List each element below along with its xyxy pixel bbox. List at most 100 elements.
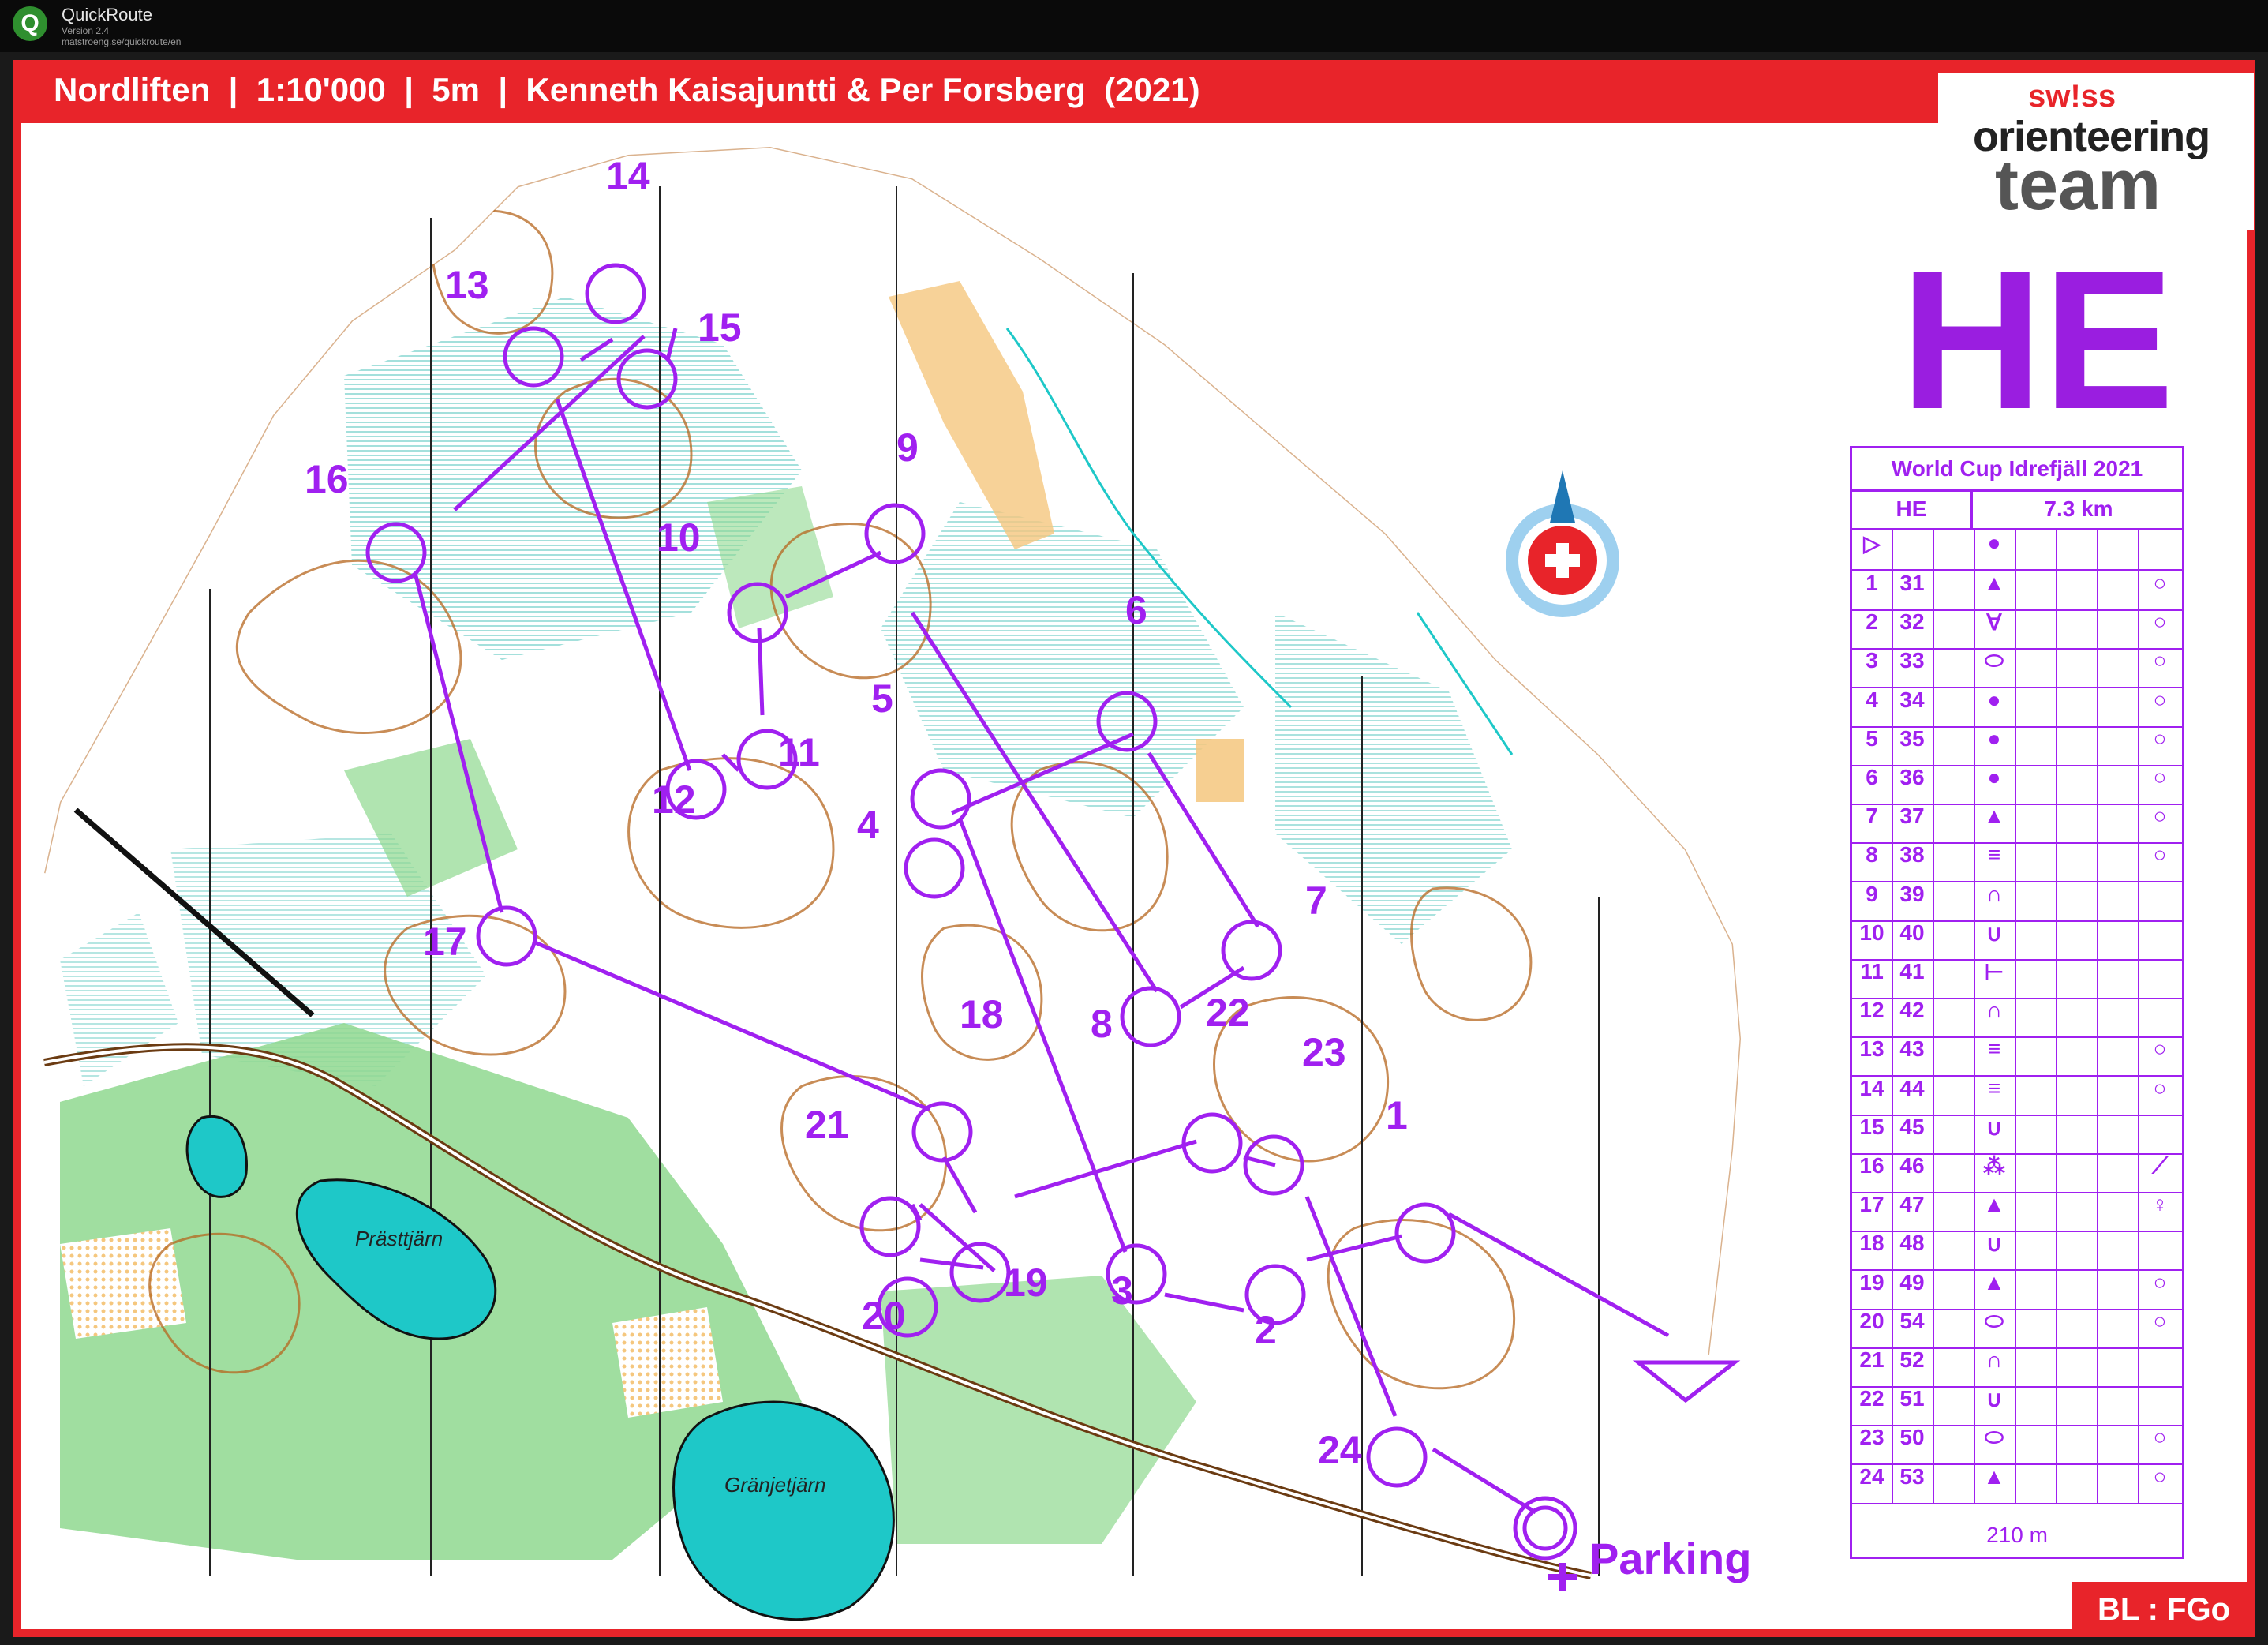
cd-control-number: 6 xyxy=(1866,765,1878,789)
cd-control-code: 40 xyxy=(1899,920,1925,945)
cd-feature-icon: ▲ xyxy=(1983,804,2005,829)
cd-control-number: 23 xyxy=(1859,1425,1884,1450)
cd-control-code: 44 xyxy=(1899,1075,1925,1100)
footer-tab: BL : FGo xyxy=(2072,1582,2255,1637)
cd-control-number: 7 xyxy=(1866,804,1878,829)
cd-position-icon: ○ xyxy=(2153,1269,2167,1295)
map-sheet: 1 2 3 4 5 6 7 8 9 10 11 12 13 14 15 16 1… xyxy=(13,60,2255,1637)
cd-position-icon: ○ xyxy=(2153,725,2167,751)
cd-feature-icon: ∪ xyxy=(1985,1387,2003,1412)
cd-control-code: 41 xyxy=(1899,959,1925,984)
quickroute-app-icon: Q xyxy=(13,6,47,41)
cd-control-number: 11 xyxy=(1860,959,1884,984)
control-label-8: 8 xyxy=(1091,1002,1113,1046)
frame-left xyxy=(13,60,21,1637)
cd-control-code: 53 xyxy=(1899,1463,1925,1489)
control-label-13: 13 xyxy=(445,263,489,307)
cd-position-icon: ○ xyxy=(2153,1036,2167,1062)
cd-control-number: 8 xyxy=(1866,842,1878,867)
cd-control-code: 54 xyxy=(1899,1308,1925,1333)
cd-feature-icon: ▲ xyxy=(1983,1269,2005,1295)
cd-control-number: 16 xyxy=(1859,1153,1884,1178)
cd-length: 7.3 km xyxy=(1970,489,2184,528)
cd-feature-icon: ∪ xyxy=(1985,920,2003,946)
cd-row: 15 45 ∪ xyxy=(1852,1114,2182,1155)
cd-row: 12 42 ∩ xyxy=(1852,998,2182,1039)
cd-position-icon xyxy=(2138,1231,2182,1269)
cd-position-icon: ○ xyxy=(2153,687,2167,712)
control-label-19: 19 xyxy=(1004,1261,1048,1305)
cd-control-number: 13 xyxy=(1859,1036,1884,1062)
cd-position-icon xyxy=(2138,1115,2182,1153)
cd-start-row: ▷ ● xyxy=(1852,530,2182,571)
header-bar: Nordliften | 1:10'000 | 5m | Kenneth Kai… xyxy=(13,60,2255,123)
cd-position-icon: ♀ xyxy=(2151,1192,2169,1217)
cd-control-number: 18 xyxy=(1859,1231,1884,1256)
lake-name-granjetjarn: Gränjetjärn xyxy=(724,1473,826,1497)
cd-event-title: World Cup Idrefjäll 2021 xyxy=(1852,448,2182,492)
control-label-7: 7 xyxy=(1305,879,1327,923)
control-label-9: 9 xyxy=(896,425,919,470)
cd-feature-icon: ≡ xyxy=(1987,1036,2001,1062)
cd-control-number: 14 xyxy=(1859,1075,1884,1100)
cd-class-row: HE 7.3 km xyxy=(1852,489,2182,530)
cd-feature-icon: ⁂ xyxy=(1983,1154,2005,1178)
cd-control-code: 50 xyxy=(1899,1425,1925,1450)
control-label-24: 24 xyxy=(1318,1428,1362,1472)
control-label-15: 15 xyxy=(698,305,742,350)
cd-row: 17 47 ▲ ♀ xyxy=(1852,1192,2182,1233)
control-label-6: 6 xyxy=(1125,588,1147,632)
cd-control-code: 37 xyxy=(1899,804,1925,829)
cd-position-icon: ○ xyxy=(2153,1463,2167,1489)
cd-row: 1 31 ▲ ○ xyxy=(1852,571,2182,611)
cd-position-icon: ⟋ xyxy=(2152,1153,2168,1178)
cd-feature-icon: ● xyxy=(1987,725,2001,751)
cd-control-number: 10 xyxy=(1859,920,1884,945)
cd-row: 23 50 ⬭ ○ xyxy=(1852,1425,2182,1466)
cd-row: 6 36 ● ○ xyxy=(1852,765,2182,805)
cd-row: 18 48 ∪ xyxy=(1852,1231,2182,1272)
cd-row: 14 44 ≡ ○ xyxy=(1852,1075,2182,1116)
cd-position-icon xyxy=(2138,1386,2182,1425)
cd-control-number: 2 xyxy=(1866,609,1878,635)
cd-feature-icon: ● xyxy=(1987,765,2001,789)
cd-feature-icon: ⬭ xyxy=(1985,1308,2004,1333)
cd-feature-icon: ▲ xyxy=(1983,1463,2005,1489)
cd-control-number: 20 xyxy=(1859,1308,1884,1333)
cd-position-icon xyxy=(2138,882,2182,920)
cd-class: HE xyxy=(1896,496,1927,521)
control-label-12: 12 xyxy=(652,778,696,822)
cd-position-icon: ○ xyxy=(2153,571,2167,595)
control-label-1: 1 xyxy=(1386,1093,1408,1137)
cd-row: 22 51 ∪ xyxy=(1852,1386,2182,1427)
parking-label: Parking xyxy=(1589,1534,1752,1583)
cd-control-code: 48 xyxy=(1899,1231,1925,1256)
cd-control-code: 52 xyxy=(1899,1347,1925,1372)
cd-feature-icon: ∪ xyxy=(1985,1115,2003,1140)
cd-position-icon: ○ xyxy=(2153,1308,2167,1333)
cd-feature-icon: ● xyxy=(1987,687,2001,712)
cd-position-icon: ○ xyxy=(2153,648,2167,673)
cd-position-icon xyxy=(2138,1347,2182,1386)
control-label-5: 5 xyxy=(871,676,893,721)
cd-row: 9 39 ∩ xyxy=(1852,881,2182,922)
cd-row: 13 43 ≡ ○ xyxy=(1852,1036,2182,1077)
cd-row: 2 32 ∀ ○ xyxy=(1852,609,2182,650)
lake-name-prasttjarn: Prästtjärn xyxy=(355,1227,443,1250)
control-label-23: 23 xyxy=(1302,1030,1346,1074)
cd-row: 7 37 ▲ ○ xyxy=(1852,804,2182,845)
cd-row: 16 46 ⁂ ⟋ xyxy=(1852,1153,2182,1193)
control-description-sheet: World Cup Idrefjäll 2021 HE 7.3 km ▷ ● 1… xyxy=(1850,446,2184,1559)
control-label-21: 21 xyxy=(805,1103,849,1147)
cd-position-icon: ○ xyxy=(2153,765,2167,789)
cd-control-code: 31 xyxy=(1899,571,1925,595)
cd-control-number: 3 xyxy=(1866,648,1878,673)
cd-feature-icon: ▲ xyxy=(1983,1192,2005,1217)
control-label-16: 16 xyxy=(305,457,349,501)
cd-feature-icon: ⬭ xyxy=(1985,1425,2004,1450)
app-name: QuickRoute xyxy=(62,5,152,24)
cd-position-icon: ○ xyxy=(2153,842,2167,867)
control-label-3: 3 xyxy=(1111,1268,1133,1313)
start-icon: ▷ xyxy=(1863,531,1881,556)
control-label-4: 4 xyxy=(857,803,879,847)
